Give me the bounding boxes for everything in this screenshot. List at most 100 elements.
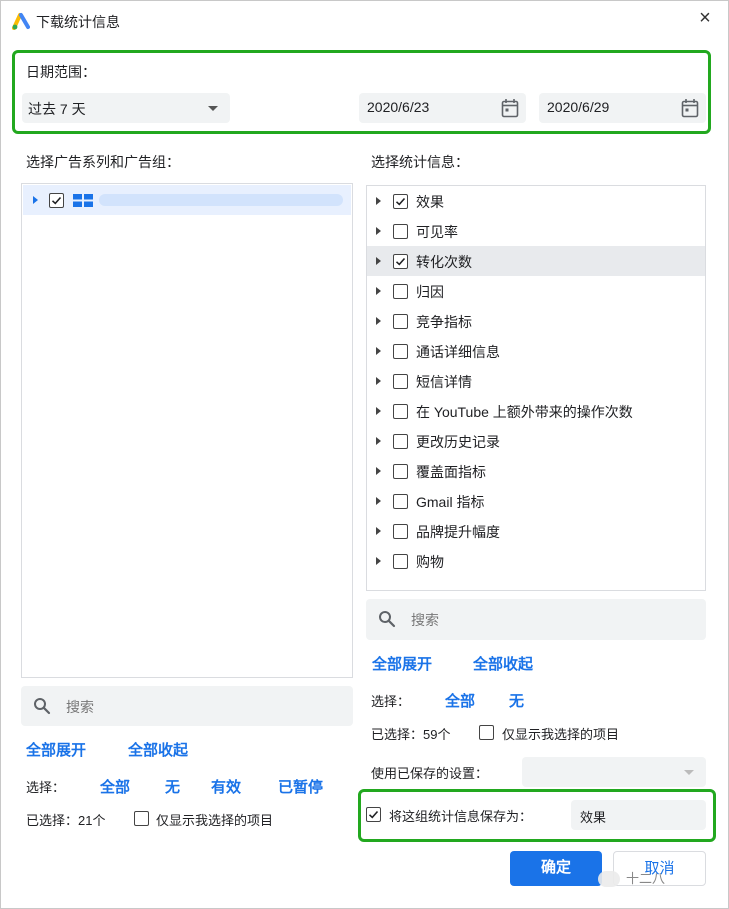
stats-expand-all-link[interactable]: 全部展开 xyxy=(372,653,432,674)
stats-row-checkbox[interactable] xyxy=(393,494,408,509)
search-icon xyxy=(379,611,396,628)
expand-arrow-icon[interactable] xyxy=(376,437,381,445)
stats-row[interactable]: 竞争指标 xyxy=(367,306,705,336)
stats-row-checkbox[interactable] xyxy=(393,434,408,449)
save-as-name-input[interactable]: 效果 xyxy=(571,800,706,830)
campaign-only-selected-checkbox[interactable] xyxy=(134,811,149,826)
stats-row[interactable]: 品牌提升幅度 xyxy=(367,516,705,546)
stats-row-label: 竞争指标 xyxy=(416,314,472,330)
campaign-expand-all-link[interactable]: 全部展开 xyxy=(26,739,86,760)
stats-row-label: 覆盖面指标 xyxy=(416,464,486,480)
campaign-select-active-link[interactable]: 有效 xyxy=(211,776,241,797)
expand-arrow-icon[interactable] xyxy=(376,227,381,235)
stats-row-checkbox[interactable] xyxy=(393,404,408,419)
stats-row-checkbox[interactable] xyxy=(393,464,408,479)
stats-section-title: 选择统计信息： xyxy=(371,154,469,170)
end-date-input[interactable]: 2020/6/29 xyxy=(539,93,706,123)
stats-row-checkbox[interactable] xyxy=(393,554,408,569)
stats-collapse-all-link[interactable]: 全部收起 xyxy=(473,653,533,674)
saved-settings-select[interactable] xyxy=(522,757,706,787)
campaign-collapse-all-link[interactable]: 全部收起 xyxy=(128,739,188,760)
stats-row-label: 更改历史记录 xyxy=(416,434,500,450)
expand-arrow-icon[interactable] xyxy=(376,497,381,505)
campaign-select-all-link[interactable]: 全部 xyxy=(100,776,130,797)
stats-row[interactable]: 更改历史记录 xyxy=(367,426,705,456)
stats-only-selected-checkbox[interactable] xyxy=(479,725,494,740)
campaign-search-input[interactable]: 搜索 xyxy=(21,686,353,726)
watermark-text: 十二八 xyxy=(626,871,666,886)
save-as-label: 将这组统计信息保存为： xyxy=(389,809,533,824)
campaign-selected-count: 已选择：21个 xyxy=(26,813,106,828)
campaigns-section-title: 选择广告系列和广告组： xyxy=(26,154,180,170)
expand-arrow-icon[interactable] xyxy=(376,377,381,385)
save-as-name-value: 效果 xyxy=(580,810,607,825)
calendar-icon[interactable] xyxy=(501,98,519,118)
stats-row[interactable]: 归因 xyxy=(367,276,705,306)
expand-arrow-icon[interactable] xyxy=(376,347,381,355)
stats-row-checkbox[interactable] xyxy=(393,254,408,269)
chevron-down-icon xyxy=(684,770,694,775)
expand-arrow-icon[interactable] xyxy=(376,317,381,325)
stats-row-label: 在 YouTube 上额外带来的操作次数 xyxy=(416,404,633,420)
campaign-select-none-link[interactable]: 无 xyxy=(165,776,180,797)
stats-row-label: 短信详情 xyxy=(416,374,472,390)
dialog-title: 下载统计信息 xyxy=(36,14,120,30)
end-date-value: 2020/6/29 xyxy=(547,99,610,115)
expand-arrow-icon[interactable] xyxy=(376,257,381,265)
stats-select-all-link[interactable]: 全部 xyxy=(445,690,475,711)
stats-row[interactable]: 转化次数 xyxy=(367,246,705,276)
stats-row-label: 品牌提升幅度 xyxy=(416,524,500,540)
campaign-select-paused-link[interactable]: 已暂停 xyxy=(278,776,323,797)
expand-arrow-icon[interactable] xyxy=(376,557,381,565)
stats-row-label: 归因 xyxy=(416,284,444,300)
stats-row[interactable]: Gmail 指标 xyxy=(367,486,705,516)
campaign-checkbox[interactable] xyxy=(49,193,64,208)
stats-row[interactable]: 可见率 xyxy=(367,216,705,246)
save-as-checkbox[interactable] xyxy=(366,807,381,822)
expand-arrow-icon[interactable] xyxy=(376,197,381,205)
campaign-search-placeholder: 搜索 xyxy=(66,699,94,715)
stats-row-checkbox[interactable] xyxy=(393,314,408,329)
stats-only-selected-label: 仅显示我选择的项目 xyxy=(502,727,620,742)
account-name-redacted xyxy=(99,194,343,206)
stats-row[interactable]: 购物 xyxy=(367,546,705,576)
stats-row-label: 购物 xyxy=(416,554,444,570)
calendar-icon[interactable] xyxy=(681,98,699,118)
chevron-down-icon xyxy=(208,106,218,111)
expand-arrow-icon[interactable] xyxy=(376,407,381,415)
stats-row[interactable]: 通话详细信息 xyxy=(367,336,705,366)
campaign-select-label: 选择： xyxy=(26,780,66,795)
account-grid-icon xyxy=(73,194,93,207)
use-saved-label: 使用已保存的设置： xyxy=(371,766,489,781)
stats-row[interactable]: 覆盖面指标 xyxy=(367,456,705,486)
start-date-input[interactable]: 2020/6/23 xyxy=(359,93,526,123)
expand-arrow-icon[interactable] xyxy=(33,196,38,204)
stats-row-checkbox[interactable] xyxy=(393,524,408,539)
campaign-tree-row[interactable] xyxy=(23,185,351,215)
stats-select-label: 选择： xyxy=(371,694,411,709)
stats-row-label: 通话详细信息 xyxy=(416,344,500,360)
stats-search-input[interactable]: 搜索 xyxy=(366,599,706,640)
stats-row-checkbox[interactable] xyxy=(393,284,408,299)
search-icon xyxy=(34,698,51,715)
stats-tree-panel: 效果可见率 转化次数归因竞争指标通话详细信息 短信详情在 YouTube 上额外带来… xyxy=(366,185,706,591)
close-icon[interactable]: × xyxy=(694,8,716,30)
expand-arrow-icon[interactable] xyxy=(376,287,381,295)
stats-select-none-link[interactable]: 无 xyxy=(509,690,524,711)
start-date-value: 2020/6/23 xyxy=(367,99,430,115)
stats-row-checkbox[interactable] xyxy=(393,374,408,389)
expand-arrow-icon[interactable] xyxy=(376,467,381,475)
expand-arrow-icon[interactable] xyxy=(376,527,381,535)
stats-row[interactable]: 短信详情 xyxy=(367,366,705,396)
stats-row-checkbox[interactable] xyxy=(393,224,408,239)
google-ads-logo-icon xyxy=(12,13,30,30)
stats-row-label: 效果 xyxy=(416,194,444,210)
stats-row-checkbox[interactable] xyxy=(393,344,408,359)
date-preset-select[interactable]: 过去 7 天 xyxy=(22,93,230,123)
watermark-icon xyxy=(598,871,620,887)
stats-row-label: Gmail 指标 xyxy=(416,494,485,510)
stats-row-checkbox[interactable] xyxy=(393,194,408,209)
confirm-button[interactable]: 确定 xyxy=(510,851,602,886)
stats-row[interactable]: 在 YouTube 上额外带来的操作次数 xyxy=(367,396,705,426)
stats-row[interactable]: 效果 xyxy=(367,186,705,216)
